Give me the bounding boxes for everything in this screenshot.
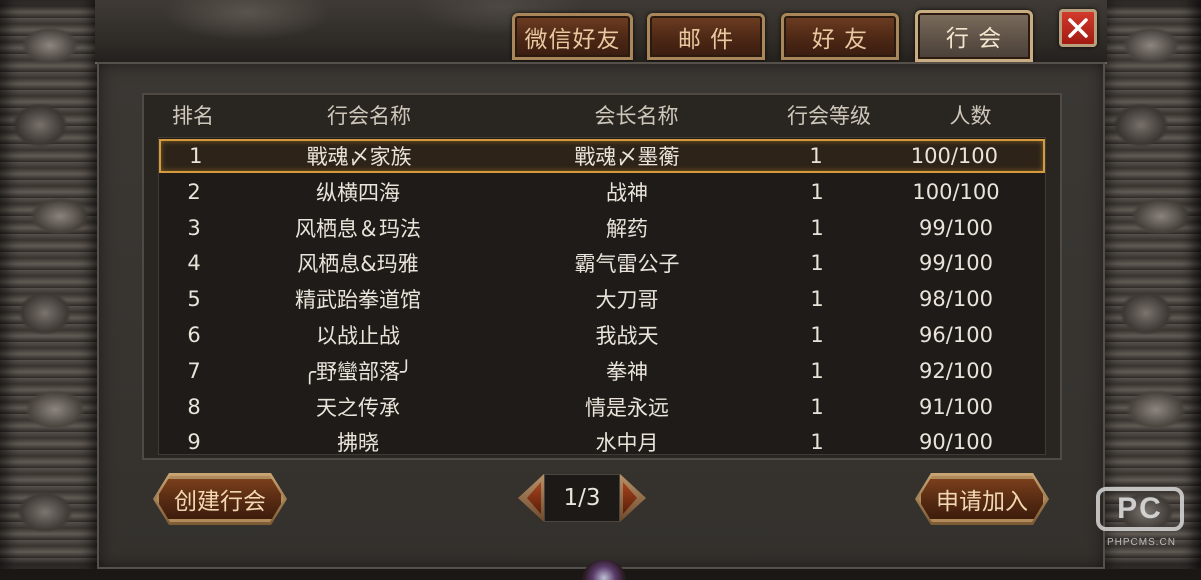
cell-member-count: 99/100 — [919, 251, 993, 276]
tab-wechat-friends[interactable]: 微信好友 — [512, 13, 633, 60]
tab-label: 微信好友 — [524, 26, 621, 53]
cell-member-count: 96/100 — [919, 323, 993, 347]
apply-join-label: 申请加入 — [936, 489, 1028, 515]
cell-guild-name: 纵横四海 — [316, 180, 400, 205]
close-button[interactable] — [1059, 9, 1097, 47]
tab-label: 邮 件 — [677, 26, 735, 53]
cell-rank: 1 — [189, 144, 203, 168]
cell-guild-level: 1 — [810, 179, 824, 204]
cell-guild-level: 1 — [810, 394, 824, 419]
cell-guild-level: 1 — [810, 251, 824, 276]
watermark-logo: PC — [1096, 487, 1184, 531]
table-row[interactable]: 7 ╭野蠻部落╯ 拳神 1 92/100 — [159, 354, 1045, 388]
table-row[interactable]: 9 拂晓 水中月 1 90/100 — [159, 425, 1045, 455]
cell-leader-name: 水中月 — [595, 431, 659, 455]
left-ornate-pillar — [0, 0, 100, 569]
tab-label: 好 友 — [811, 26, 869, 53]
cell-guild-name: ╭野蠻部落╯ — [303, 359, 413, 384]
cell-rank: 2 — [187, 179, 201, 204]
cell-guild-name: 精武跆拳道馆 — [295, 288, 421, 313]
cell-guild-level: 1 — [810, 215, 824, 240]
cell-member-count: 91/100 — [919, 394, 993, 419]
cell-rank: 4 — [187, 251, 201, 276]
cell-leader-name: 戰魂〆墨蘅 — [574, 145, 680, 169]
guild-list[interactable]: 1 戰魂〆家族 戰魂〆墨蘅 1 100/100 2 纵横四海 战神 1 100/100 3 风栖息＆玛… — [158, 137, 1046, 455]
cell-guild-name: 风栖息＆玛法 — [295, 216, 421, 241]
cell-rank: 8 — [187, 394, 201, 419]
cell-rank: 3 — [187, 215, 201, 240]
cell-leader-name: 大刀哥 — [595, 288, 659, 313]
header-member-count: 人数 — [949, 104, 992, 128]
cell-rank: 5 — [187, 287, 201, 312]
cell-member-count: 100/100 — [912, 179, 1000, 204]
phpcms-watermark: PC PHPCMS.CN — [1094, 487, 1189, 553]
cell-guild-level: 1 — [809, 144, 823, 168]
cell-member-count: 90/100 — [919, 430, 993, 455]
cell-guild-name: 戰魂〆家族 — [306, 145, 412, 169]
cell-rank: 9 — [187, 430, 201, 455]
table-row[interactable]: 8 天之传承 情是永远 1 91/100 — [159, 390, 1045, 424]
cell-member-count: 98/100 — [919, 287, 993, 312]
cell-leader-name: 拳神 — [606, 359, 648, 384]
cell-guild-name: 拂晓 — [337, 431, 379, 455]
table-row[interactable]: 5 精武跆拳道馆 大刀哥 1 98/100 — [159, 282, 1045, 316]
cell-leader-name: 我战天 — [595, 324, 659, 348]
tab-mail[interactable]: 邮 件 — [647, 13, 765, 60]
apply-join-button[interactable]: 申请加入 — [918, 476, 1046, 522]
header-rank: 排名 — [172, 104, 214, 128]
header-leader-name: 会长名称 — [594, 104, 679, 128]
page-indicator: 1/3 — [544, 474, 620, 522]
cell-leader-name: 战神 — [606, 180, 648, 205]
cell-leader-name: 解药 — [606, 216, 648, 241]
tab-friends[interactable]: 好 友 — [781, 13, 899, 60]
header-guild-level: 行会等级 — [787, 104, 871, 128]
cell-leader-name: 霸气雷公子 — [574, 252, 680, 277]
cell-guild-level: 1 — [810, 287, 824, 312]
cell-member-count: 92/100 — [919, 358, 993, 383]
header-guild-name: 行会名称 — [327, 104, 411, 128]
cell-guild-name: 以战止战 — [316, 324, 400, 348]
cell-rank: 7 — [187, 358, 201, 383]
table-row[interactable]: 1 戰魂〆家族 戰魂〆墨蘅 1 100/100 — [159, 139, 1045, 173]
page-text: 1/3 — [563, 485, 601, 511]
cell-rank: 6 — [187, 323, 201, 347]
cell-member-count: 100/100 — [910, 144, 999, 168]
cell-guild-name: 天之传承 — [316, 395, 400, 420]
tab-label: 行 会 — [945, 26, 1003, 52]
create-guild-button[interactable]: 创建行会 — [156, 476, 284, 522]
cell-leader-name: 情是永远 — [585, 395, 669, 420]
cell-guild-level: 1 — [810, 358, 824, 383]
watermark-text: PHPCMS.CN — [1106, 537, 1176, 548]
cell-member-count: 99/100 — [919, 215, 993, 240]
close-x-icon — [1068, 18, 1088, 38]
create-guild-label: 创建行会 — [174, 489, 266, 515]
right-ornate-pillar — [1101, 0, 1201, 569]
table-header: 排名 行会名称 会长名称 行会等级 人数 — [142, 95, 1062, 135]
table-row[interactable]: 4 风栖息&玛雅 霸气雷公子 1 99/100 — [159, 246, 1045, 280]
cell-guild-name: 风栖息&玛雅 — [297, 252, 419, 277]
cell-guild-level: 1 — [810, 430, 824, 455]
table-row[interactable]: 6 以战止战 我战天 1 96/100 — [159, 318, 1045, 352]
tab-guild[interactable]: 行 会 — [915, 10, 1033, 62]
table-row[interactable]: 2 纵横四海 战神 1 100/100 — [159, 175, 1045, 209]
table-row[interactable]: 3 风栖息＆玛法 解药 1 99/100 — [159, 211, 1045, 245]
cell-guild-level: 1 — [810, 323, 824, 347]
